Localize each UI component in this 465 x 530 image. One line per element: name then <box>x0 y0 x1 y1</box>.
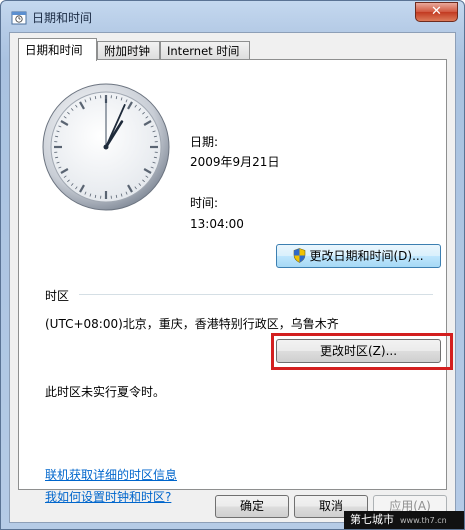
tab-internet-time[interactable]: Internet 时间 <box>160 41 250 60</box>
timezone-section-title: 时区 <box>45 289 70 303</box>
time-value: 13:04:00 <box>190 217 244 231</box>
highlight-box <box>271 333 453 370</box>
uac-shield-icon <box>294 248 306 263</box>
timezone-value: (UTC+08:00)北京，重庆，香港特别行政区，乌鲁木齐 <box>45 317 339 331</box>
date-label: 日期: <box>190 135 219 149</box>
time-label: 时间: <box>190 196 219 210</box>
tab-additional-clocks[interactable]: 附加时钟 <box>97 41 160 60</box>
dialog-client-area: 日期和时间 附加时钟 Internet 时间 日期: 2009年9月21日 时间… <box>9 32 456 523</box>
change-date-time-label: 更改日期和时间(D)... <box>309 249 424 263</box>
title-bar[interactable]: 日期和时间 ✕ <box>1 1 464 31</box>
watermark-text: 第七城市 <box>350 513 394 526</box>
clock-center <box>103 144 109 150</box>
online-timezone-info-link[interactable]: 联机获取详细的时区信息 <box>45 466 177 483</box>
analog-clock <box>42 83 170 211</box>
close-icon: ✕ <box>431 4 442 19</box>
window-title: 日期和时间 <box>32 11 93 25</box>
tab-date-and-time[interactable]: 日期和时间 <box>18 38 97 61</box>
dialog-window: 日期和时间 ✕ 日期和时间 附加时钟 Internet 时间 日期: 2009年… <box>0 0 465 530</box>
close-button[interactable]: ✕ <box>415 2 458 22</box>
dst-note: 此时区未实行夏令时。 <box>45 385 166 399</box>
timezone-divider <box>79 294 433 295</box>
how-to-set-clock-link[interactable]: 我如何设置时钟和时区? <box>45 488 171 505</box>
date-time-app-icon <box>11 11 27 25</box>
ok-button[interactable]: 确定 <box>215 495 289 518</box>
site-watermark: 第七城市 www.th7.cn <box>344 511 464 529</box>
date-value: 2009年9月21日 <box>190 155 280 169</box>
watermark-url: www.th7.cn <box>400 516 447 525</box>
change-date-time-button[interactable]: 更改日期和时间(D)... <box>276 244 441 268</box>
tab-panel-date-and-time: 日期: 2009年9月21日 时间: 13:04:00 更改日期和时间(D)..… <box>18 59 453 504</box>
